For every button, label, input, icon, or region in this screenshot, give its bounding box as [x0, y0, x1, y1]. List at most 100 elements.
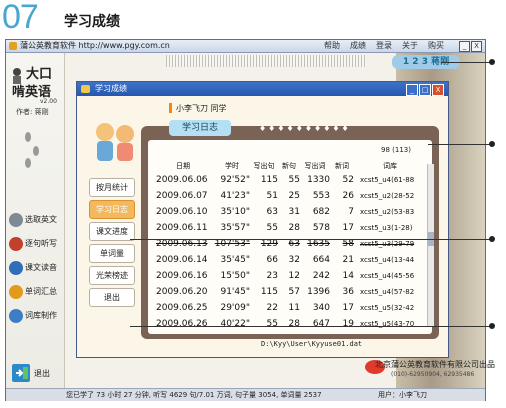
sidebar-item-library-make[interactable]: 词库制作: [9, 307, 61, 327]
table-cell: 36: [342, 287, 354, 297]
col-new-words: 新词: [335, 162, 349, 170]
table-cell: xcst5_u5(32-42: [360, 304, 415, 312]
table-cell: 35'45": [220, 255, 250, 265]
table-cell: 29'09": [220, 303, 250, 313]
col-written-words: 写出词: [304, 162, 326, 170]
menu-monthly-stats[interactable]: 按月统计: [89, 178, 135, 197]
table-row[interactable]: 2009.06.25 29'09" 22 11 340 17 xcst5_u5(32-42: [152, 300, 426, 316]
table-cell: 553: [312, 191, 330, 201]
callout-line: [130, 239, 490, 240]
table-cell: 19: [342, 319, 354, 329]
table-row[interactable]: 2009.06.26 40'22" 55 28 647 19 xcst5_u5(43-70: [152, 316, 426, 332]
table-cell: 2009.06.25: [156, 303, 208, 313]
menu-vocabulary[interactable]: 单词量: [89, 244, 135, 263]
app-title: 蒲公英教育软件 http://www.pgy.com.cn: [20, 41, 170, 50]
section-number: 07: [2, 0, 39, 36]
table-cell: xcst5_u4(45-56: [360, 272, 415, 280]
table-cell: 1396: [307, 287, 330, 297]
app-author: 作者: 蒋刚: [16, 108, 49, 116]
table-cell: 57: [288, 287, 300, 297]
callout-line: [441, 62, 491, 63]
data-file-path: D:\Kyy\User\Kyyuse01.dat: [261, 340, 363, 348]
logo-line1: 大口: [26, 67, 53, 82]
table-cell: 115: [260, 287, 278, 297]
sidebar-item-dictation[interactable]: 逐句听写: [9, 235, 61, 255]
table-row[interactable]: 2009.06.20 91'45" 115 57 1396 36 xcst5_u4(57-8…: [152, 284, 426, 300]
table-cell: 63: [266, 207, 278, 217]
table-cell: 2009.06.16: [156, 271, 208, 281]
table-row[interactable]: 2009.06.14 35'45" 66 32 664 21 xcst5_u4(13-44: [152, 252, 426, 268]
menu-help[interactable]: 帮助: [324, 40, 340, 52]
status-bar: 您已学了 73 小时 27 分钟, 听写 4629 句/7.01 万词, 句子量…: [6, 388, 485, 401]
minimize-button[interactable]: _: [459, 41, 470, 52]
table-cell: 91'45": [220, 287, 250, 297]
study-maximize-button[interactable]: □: [419, 84, 431, 96]
table-row[interactable]: 2009.06.10 35'10" 63 31 682 7 xcst5_u2(53-83: [152, 204, 426, 220]
table-cell: xcst5_u4(61-88: [360, 176, 415, 184]
app-icon: [9, 42, 17, 50]
table-cell: 242: [312, 271, 330, 281]
sidebar: 大口 啃英语 v2.00 作者: 蒋刚 选取英文 逐句听写 课文读音 单词汇总 …: [6, 53, 65, 388]
exit-door-icon: [12, 364, 30, 382]
table-row[interactable]: 2009.06.06 92'52" 115 55 1330 52 xcst5_u4(61-8…: [152, 172, 426, 188]
table-cell: 22: [266, 303, 278, 313]
table-cell: 51: [266, 191, 278, 201]
study-window-titlebar: 学习成绩 _ □ X: [77, 82, 448, 96]
exit-button[interactable]: 退出: [12, 363, 60, 383]
app-window: 蒲公英教育软件 http://www.pgy.com.cn 帮助 成绩 登录 关…: [5, 39, 495, 401]
sidebar-item-select-english[interactable]: 选取英文: [9, 211, 61, 231]
study-close-button[interactable]: X: [432, 84, 444, 96]
book-icon: [9, 213, 23, 227]
study-minimize-button[interactable]: _: [406, 84, 418, 96]
col-library: 词库: [383, 162, 397, 170]
table-cell: 41'23": [220, 191, 250, 201]
table-row[interactable]: 2009.06.16 15'50" 23 12 242 14 xcst5_u4(45-56: [152, 268, 426, 284]
table-cell: 66: [266, 255, 278, 265]
table-cell: 55: [266, 223, 278, 233]
table-cell: xcst5_u4(57-82: [360, 288, 415, 296]
library-icon: [9, 309, 23, 323]
exit-label: 退出: [34, 369, 50, 378]
diary-board: 学习日志 ♦♦♦♦♦♦♦♦♦♦ 98 (113) 日期 学时 写出句 新句 写出…: [141, 120, 439, 339]
menu-login[interactable]: 登录: [376, 40, 392, 52]
sidebar-item-word-summary[interactable]: 单词汇总: [9, 283, 61, 303]
app-body: 1 2 3 蒋刚 大口 啃英语 v2.00 作者: 蒋刚 选取英文 逐句听写 课…: [6, 53, 495, 388]
table-cell: 17: [342, 303, 354, 313]
menu-scores[interactable]: 成绩: [350, 40, 366, 52]
table-cell: 32: [288, 255, 300, 265]
table-cell: 12: [288, 271, 300, 281]
menu-exit[interactable]: 退出: [89, 288, 135, 307]
menu-buy[interactable]: 购买: [428, 40, 444, 52]
table-cell: 55: [288, 175, 300, 185]
close-button[interactable]: X: [471, 41, 482, 52]
status-user: 用户：小李飞刀: [378, 391, 427, 399]
col-new-sentences: 新句: [282, 162, 296, 170]
table-cell: 2009.06.07: [156, 191, 208, 201]
table-cell: 2009.06.10: [156, 207, 208, 217]
table-row[interactable]: 2009.06.07 41'23" 51 25 553 26 xcst5_u2(28-52: [152, 188, 426, 204]
diary-tab: 学习日志: [169, 120, 231, 136]
table-row[interactable]: 2009.06.11 35'57" 55 28 578 17 xcst5_u3(1-28): [152, 220, 426, 236]
table-scrollbar[interactable]: [427, 164, 434, 326]
table-cell: 52: [342, 175, 354, 185]
table-cell: 35'57": [220, 223, 250, 233]
app-logo: 大口 啃英语 v2.00 作者: 蒋刚: [10, 61, 62, 121]
user-greeting: 小李飞刀 同学: [176, 104, 227, 113]
menu-study-diary[interactable]: 学习日志: [89, 200, 135, 219]
table-cell: 2009.06.06: [156, 175, 208, 185]
table-cell: 31: [288, 207, 300, 217]
study-window-title: 学习成绩: [95, 84, 127, 93]
table-cell: 21: [342, 255, 354, 265]
sidebar-item-label: 单词汇总: [25, 287, 57, 296]
menu-honor-roll[interactable]: 光荣榜迹: [89, 266, 135, 285]
table-cell: 1330: [307, 175, 330, 185]
menu-lesson-progress[interactable]: 课文进度: [89, 222, 135, 241]
table-cell: xcst5_u2(28-52: [360, 192, 415, 200]
table-cell: 578: [312, 223, 330, 233]
menu-about[interactable]: 关于: [402, 40, 418, 52]
table-cell: 2009.06.11: [156, 223, 208, 233]
table-cell: 25: [288, 191, 300, 201]
sidebar-item-reading[interactable]: 课文读音: [9, 259, 61, 279]
table-cell: 14: [342, 271, 354, 281]
reading-icon: [9, 261, 23, 275]
